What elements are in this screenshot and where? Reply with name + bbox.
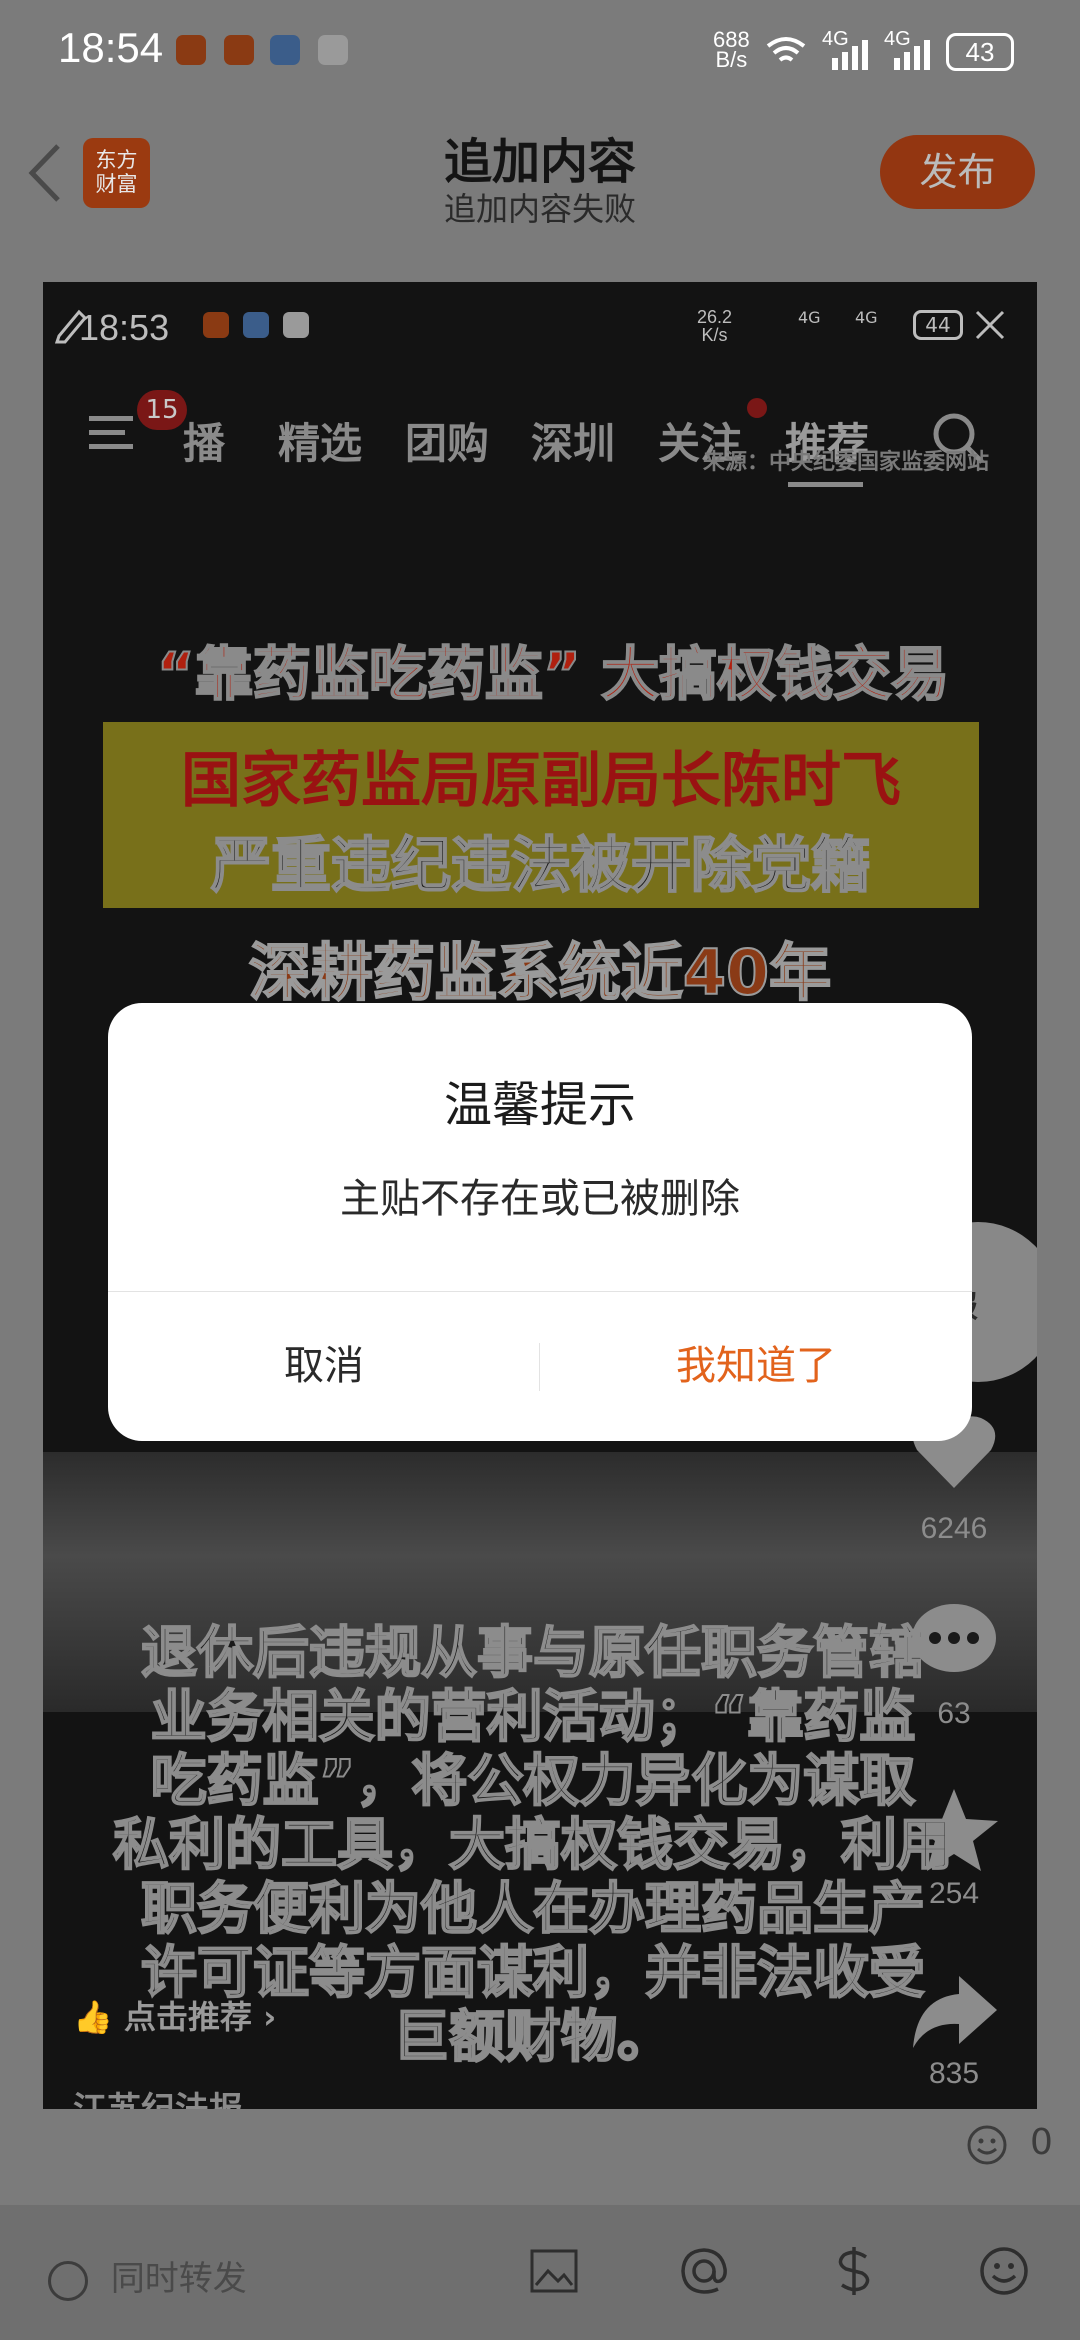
feishu-icon xyxy=(203,312,229,338)
weather-icon xyxy=(243,312,269,338)
status-bar: 18:54 688 B/s 4G 4G 43 xyxy=(0,0,1080,108)
caption-line: 私利的工具，大搞权钱交易，利用 xyxy=(112,1813,954,1879)
status-time: 18:54 xyxy=(58,24,164,71)
calendar-icon xyxy=(283,312,309,338)
emoji-icon[interactable] xyxy=(978,2245,1030,2297)
inner-signal-label-2: 4G xyxy=(855,308,878,327)
wifi-icon xyxy=(766,37,806,62)
caption-line: 职务便利为他人在办理药品生产 xyxy=(140,1877,926,1943)
calendar-icon xyxy=(318,35,348,65)
notification-badge: 15 xyxy=(137,390,187,430)
publish-button[interactable]: 发布 xyxy=(880,135,1035,209)
mention-icon[interactable] xyxy=(678,2245,730,2297)
dialog-title: 温馨提示 xyxy=(443,1077,636,1133)
chevron-right-icon: › xyxy=(263,1998,277,2036)
bottom-toolbar: 同时转发 xyxy=(0,2205,1080,2340)
feishu-icon xyxy=(176,35,206,65)
dialog-message: 主贴不存在或已被删除 xyxy=(340,1176,740,1222)
caption-line: 业务相关的营利活动；“靠药监 xyxy=(150,1685,917,1751)
repost-toggle[interactable]: 同时转发 xyxy=(48,2251,247,2301)
net-speed-unit: B/s xyxy=(715,47,748,72)
image-icon[interactable] xyxy=(528,2245,580,2297)
news-source: 来源：中央纪委国家监委网站 xyxy=(703,450,990,475)
dollar-icon[interactable] xyxy=(828,2245,880,2297)
cellular-signal-icon xyxy=(832,40,868,70)
active-tab-indicator xyxy=(788,482,863,487)
caption-line: 退休后违规从事与原任职务管辖 xyxy=(140,1621,926,1687)
recommend-chip: 👍 点击推荐 › xyxy=(73,1992,276,2052)
radio-icon xyxy=(48,2260,88,2301)
tab-featured: 精选 xyxy=(278,419,363,468)
like-count: 6246 xyxy=(920,1512,988,1545)
inner-time: 18:53 xyxy=(79,307,170,348)
alert-dialog: 温馨提示 主贴不存在或已被删除 取消 我知道了 xyxy=(108,1003,972,1441)
headline-4: 深耕药监系统近40年 xyxy=(248,935,832,1010)
tab-live: 播 xyxy=(183,419,226,468)
cancel-button[interactable]: 取消 xyxy=(108,1291,540,1441)
cellular-signal-icon xyxy=(894,40,930,70)
menu-icon xyxy=(89,416,133,449)
emoji-count: 0 xyxy=(1030,2122,1053,2163)
headline-2: 国家药监局原副局长陈时飞 xyxy=(181,746,901,816)
publisher-name: 江苏纪法报 xyxy=(73,2082,243,2109)
unread-dot xyxy=(747,398,767,418)
caption-line: 吃药监”，将公权力异化为谋取 xyxy=(150,1749,917,1815)
feishu-icon xyxy=(224,35,254,65)
thumb-up-icon: 👍 xyxy=(73,1998,113,2036)
weather-icon xyxy=(270,35,300,65)
header: 东方 财富 追加内容 追加内容失败 发布 xyxy=(0,108,1080,238)
emoji-reaction-icon[interactable] xyxy=(966,2124,1008,2166)
recommend-label: 点击推荐 xyxy=(123,1998,252,2036)
net-speed: 688 B/s xyxy=(713,29,750,72)
inner-signal-label-1: 4G xyxy=(798,308,821,327)
inner-status-bar: 18:53 26.2 K/s 4G 4G 44 xyxy=(43,282,1037,382)
inner-net-speed-unit: K/s xyxy=(701,325,728,345)
battery-icon: 43 xyxy=(946,33,1014,71)
tab-shenzhen: 深圳 xyxy=(531,419,616,468)
confirm-button[interactable]: 我知道了 xyxy=(540,1291,972,1441)
inner-net-speed: 26.2 K/s xyxy=(697,308,732,344)
tab-group-buy: 团购 xyxy=(405,419,490,468)
inner-battery-icon: 44 xyxy=(913,310,963,340)
headline-1: “靠药监吃药监” 大搞权钱交易 xyxy=(156,639,950,709)
repost-label: 同时转发 xyxy=(110,2259,247,2299)
inner-net-speed-value: 26.2 xyxy=(697,307,733,327)
close-icon[interactable] xyxy=(973,308,1007,342)
headline-3: 严重违纪违法被开除党籍 xyxy=(210,830,872,902)
